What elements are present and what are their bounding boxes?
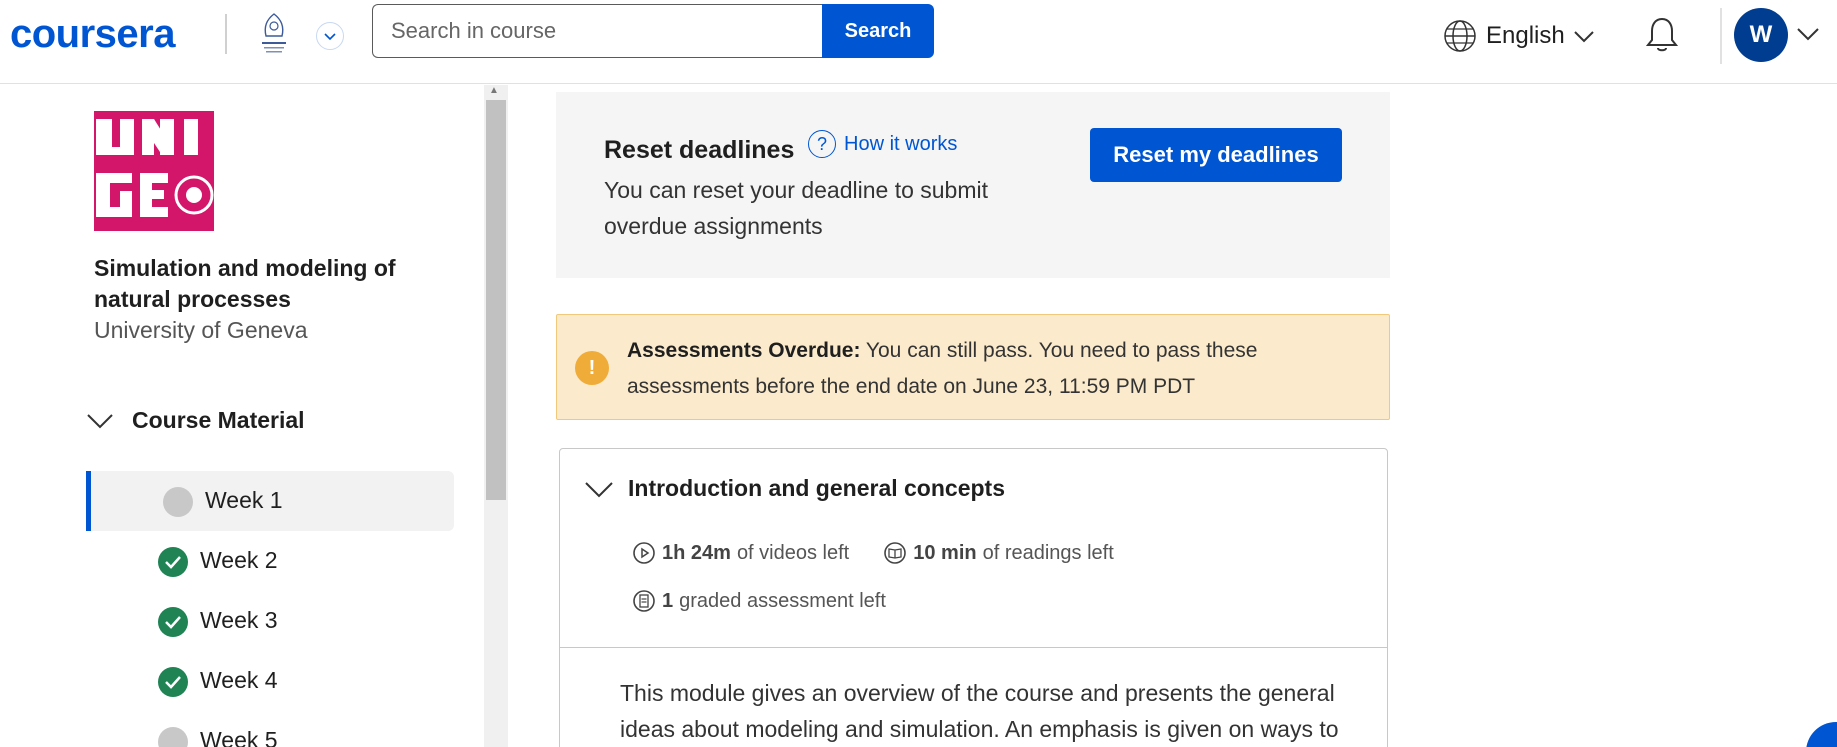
language-selector[interactable]: English — [1442, 18, 1595, 54]
reset-deadlines-description: You can reset your deadline to submit ov… — [604, 177, 989, 239]
course-title[interactable]: Simulation and modeling of natural proce… — [94, 253, 414, 315]
sidebar-scrollbar-thumb[interactable] — [486, 100, 506, 500]
completed-check-icon — [158, 547, 188, 577]
not-completed-icon — [163, 487, 193, 517]
completed-check-icon — [158, 667, 188, 697]
week-label: Week 3 — [200, 607, 278, 633]
assessments-amount: 1 — [662, 589, 674, 612]
how-it-works-link[interactable]: ? How it works — [808, 130, 957, 158]
university-logo[interactable] — [256, 10, 292, 58]
play-video-icon — [633, 542, 655, 564]
user-avatar[interactable]: W — [1734, 8, 1788, 62]
search-bar: Search — [372, 4, 934, 58]
week-label: Week 1 — [205, 487, 283, 513]
chevron-down-icon — [585, 481, 613, 497]
reset-deadlines-panel: Reset deadlines ? How it works You can r… — [556, 92, 1390, 278]
module-card: Introduction and general concepts 1h 24m… — [559, 448, 1388, 747]
floating-help-button[interactable] — [1806, 722, 1837, 747]
sidebar-item-week-1[interactable]: Week 1 — [86, 471, 454, 531]
sidebar-item-week-2[interactable]: Week 2 — [86, 531, 454, 591]
help-question-icon: ? — [808, 130, 836, 158]
module-assessment-row: 1 graded assessment left — [632, 589, 886, 613]
reset-my-deadlines-button[interactable]: Reset my deadlines — [1090, 128, 1342, 182]
scroll-up-arrow-icon[interactable]: ▲ — [489, 85, 499, 96]
header-divider — [225, 14, 227, 54]
videos-label: of videos left — [736, 541, 850, 564]
chevron-down-icon[interactable] — [1796, 26, 1820, 42]
warning-exclamation-icon: ! — [575, 351, 609, 385]
course-logo — [94, 111, 214, 231]
sidebar-item-week-4[interactable]: Week 4 — [86, 651, 454, 711]
assessments-label: graded assessment left — [679, 589, 886, 612]
overdue-message: Assessments Overdue: You can still pass.… — [627, 333, 1367, 405]
course-material-label: Course Material — [132, 407, 305, 433]
assignment-icon — [633, 590, 655, 612]
completed-check-icon — [158, 607, 188, 637]
search-input[interactable] — [372, 4, 824, 58]
assessments-left: 1 graded assessment left — [632, 589, 886, 613]
unige-logo-image — [94, 111, 214, 231]
readings-amount: 10 min — [913, 541, 977, 564]
chevron-down-icon — [1574, 31, 1594, 43]
week-label: Week 5 — [200, 727, 278, 747]
sidebar-item-week-5[interactable]: Week 5 — [86, 711, 454, 747]
readings-label: of readings left — [982, 541, 1114, 564]
module-toggle[interactable]: Introduction and general concepts — [584, 475, 1005, 502]
sidebar-item-week-3[interactable]: Week 3 — [86, 591, 454, 651]
search-button[interactable]: Search — [822, 4, 934, 58]
videos-amount: 1h 24m — [662, 541, 731, 564]
module-divider — [560, 647, 1387, 648]
how-it-works-label: How it works — [844, 132, 958, 155]
module-title: Introduction and general concepts — [628, 475, 1005, 501]
week-label: Week 4 — [200, 667, 278, 693]
not-completed-icon — [158, 727, 188, 747]
chevron-down-icon — [87, 413, 113, 428]
assessments-overdue-banner: ! Assessments Overdue: You can still pas… — [556, 314, 1390, 420]
notifications-bell-icon[interactable] — [1644, 14, 1680, 54]
chevron-down-icon — [324, 33, 336, 41]
module-description: This module gives an overview of the cou… — [620, 680, 1339, 742]
header-divider — [1720, 8, 1722, 64]
course-university: University of Geneva — [94, 317, 308, 343]
top-navigation-bar: coursera Search English W — [0, 0, 1837, 84]
reset-deadlines-title: Reset deadlines — [604, 136, 795, 164]
course-material-toggle[interactable]: Course Material — [86, 407, 305, 434]
book-reading-icon — [884, 542, 907, 564]
course-sidebar: Simulation and modeling of natural proce… — [0, 85, 484, 747]
module-progress-row: 1h 24m of videos left 10 min of readings… — [632, 541, 1114, 565]
week-label: Week 2 — [200, 547, 278, 573]
language-label: English — [1486, 22, 1565, 49]
coursera-logo[interactable]: coursera — [10, 12, 175, 57]
readings-left: 10 min of readings left — [883, 541, 1114, 565]
videos-left: 1h 24m of videos left — [632, 541, 849, 565]
globe-icon — [1444, 20, 1476, 52]
switch-university-button[interactable] — [316, 22, 344, 50]
overdue-heading: Assessments Overdue: — [627, 339, 861, 362]
